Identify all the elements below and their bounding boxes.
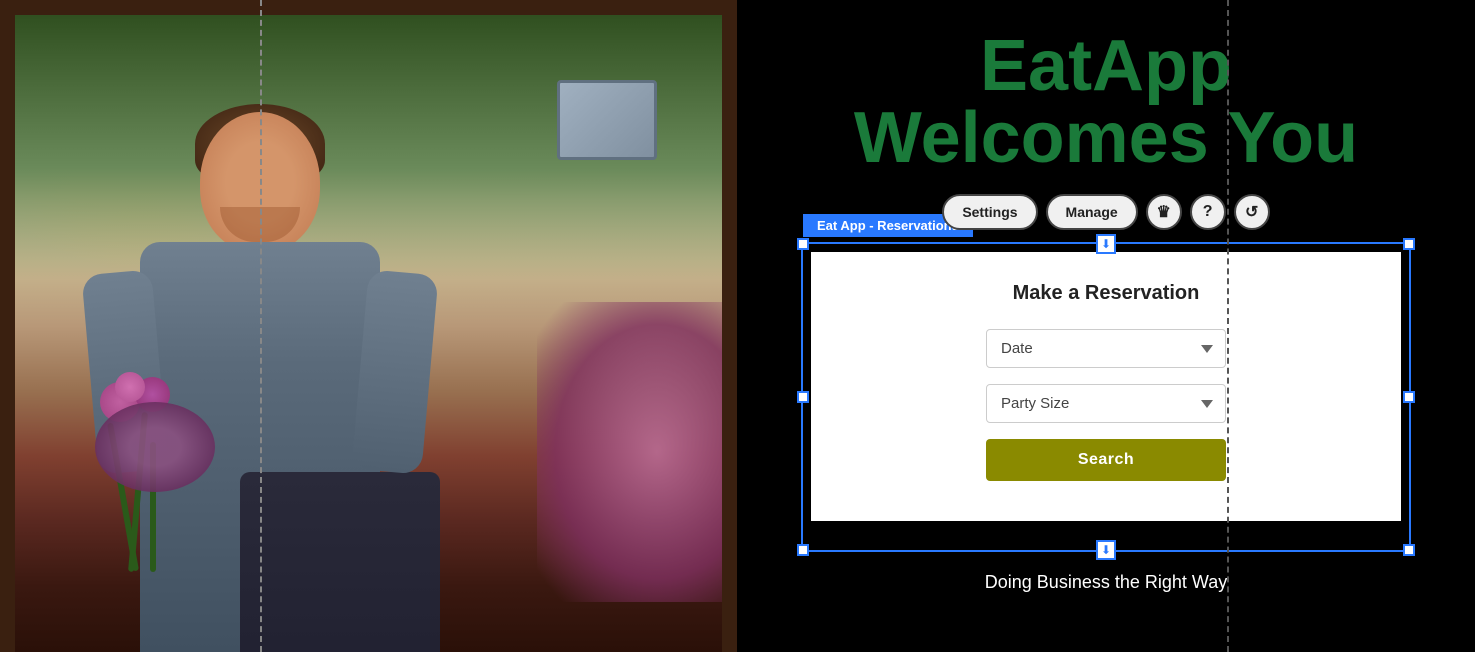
tagline: Doing Business the Right Way [985, 572, 1227, 593]
handle-bot-mid[interactable]: ⬇ [1096, 540, 1116, 560]
person-button[interactable]: ↺ [1234, 194, 1270, 230]
settings-button[interactable]: Settings [942, 194, 1037, 230]
frame-right [722, 0, 737, 652]
handle-bl[interactable] [797, 544, 809, 556]
handle-mr[interactable] [1403, 391, 1415, 403]
right-panel: EatApp Welcomes You Settings Manage ♛ ? … [737, 0, 1475, 652]
reservation-widget: Eat App - Reservations ⬇ ⬇ Make a Reserv… [801, 242, 1411, 552]
flower-cluster [95, 402, 215, 492]
date-select[interactable]: Date Today Tomorrow This Weekend [986, 329, 1226, 368]
background-flowers [537, 302, 737, 602]
form-title: Make a Reservation [1013, 282, 1200, 305]
person-apron [240, 472, 440, 652]
handle-ml[interactable] [797, 391, 809, 403]
app-title-line2: Welcomes You [854, 102, 1358, 174]
flower-3 [115, 372, 145, 402]
handle-tl[interactable] [797, 238, 809, 250]
app-title-line1: EatApp [980, 30, 1232, 102]
frame-top [0, 0, 737, 15]
dashed-line-right [1227, 0, 1229, 652]
dashed-line-left [260, 0, 262, 652]
handle-br[interactable] [1403, 544, 1415, 556]
manage-button[interactable]: Manage [1046, 194, 1138, 230]
photo-panel [0, 0, 737, 652]
search-button[interactable]: Search [986, 439, 1226, 481]
party-size-select[interactable]: Party Size 1 2 3 4 5 6+ [986, 384, 1226, 423]
photo-background [0, 0, 737, 652]
handle-tr[interactable] [1403, 238, 1415, 250]
sign-board [557, 80, 657, 160]
handle-top-mid[interactable]: ⬇ [1096, 234, 1116, 254]
flowers-held [80, 372, 230, 572]
bg-flower-cluster [537, 302, 737, 602]
crown-button[interactable]: ♛ [1146, 194, 1182, 230]
widget-inner: Make a Reservation Date Today Tomorrow T… [811, 252, 1401, 521]
help-button[interactable]: ? [1190, 194, 1226, 230]
frame-left [0, 0, 15, 652]
toolbar: Settings Manage ♛ ? ↺ [942, 194, 1269, 230]
